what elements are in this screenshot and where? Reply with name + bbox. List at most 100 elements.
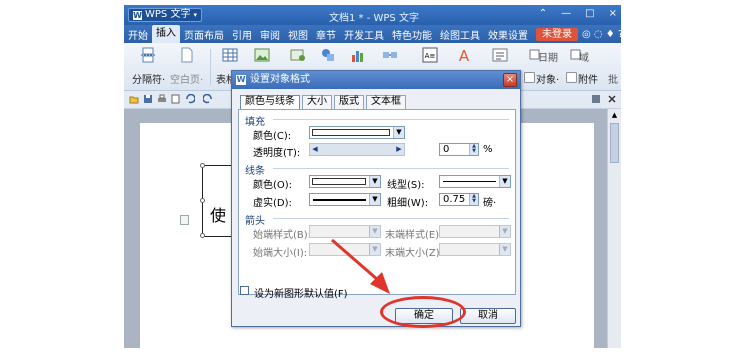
print-icon[interactable] (157, 94, 167, 104)
line-section-title: 线条 (245, 166, 265, 177)
minimize-button[interactable]: — (561, 8, 571, 19)
end-size-select[interactable]: ▼ (439, 243, 511, 256)
transparency-value: 0 (443, 144, 450, 155)
chevron-down-icon: ▾ (193, 11, 197, 19)
wps-logo-icon: W (236, 75, 246, 85)
menu-item-developer[interactable]: 开发工具 (340, 27, 388, 42)
menu-item-drawing-tools[interactable]: 绘图工具 (436, 27, 484, 42)
transparency-input[interactable]: 0 ▲ ▼ (439, 143, 479, 156)
attachment-button[interactable]: 附件 (578, 71, 598, 86)
ribbon-overflow[interactable]: 批 (608, 71, 618, 86)
blank-page-button[interactable]: 空白页· (170, 71, 203, 86)
spinner-icon[interactable]: ▲ ▼ (469, 144, 478, 155)
dialog-close-button[interactable]: × (503, 73, 517, 87)
highlight-ellipse (380, 296, 466, 328)
menu-item-insert[interactable]: 插入 (152, 25, 180, 43)
menu-item-section[interactable]: 章节 (312, 27, 340, 42)
slider-left-icon[interactable]: ◀ (310, 144, 320, 155)
preview-icon[interactable] (171, 94, 181, 104)
open-icon[interactable] (129, 94, 139, 104)
document-title: 文档1 * - WPS 文字 (329, 13, 419, 24)
chevron-down-icon: ▼ (499, 244, 510, 255)
shapes-icon (322, 49, 334, 61)
tab-layout[interactable]: 版式 (334, 95, 364, 109)
page-break-icon (141, 47, 155, 63)
page-break-button[interactable]: 分隔符· (132, 71, 165, 86)
scroll-up-icon[interactable]: ▲ (610, 111, 619, 120)
tab-size[interactable]: 大小 (302, 95, 332, 109)
scroll-thumb[interactable] (610, 123, 619, 163)
fill-color-select[interactable]: ▼ (309, 126, 405, 139)
paragraph-marker-icon (180, 215, 189, 225)
redo-icon[interactable] (203, 94, 213, 104)
undo-icon[interactable] (185, 94, 195, 104)
fill-color-swatch (312, 129, 390, 136)
line-style-select[interactable]: ▼ (439, 175, 511, 188)
app-name: WPS 文字 (145, 9, 191, 20)
weight-unit[interactable]: 磅· (483, 194, 496, 209)
menu-item-start[interactable]: 开始 (124, 27, 152, 42)
resize-handle[interactable] (200, 163, 205, 168)
section-divider (273, 218, 509, 219)
transparency-slider[interactable]: ◀ ▶ (309, 143, 405, 156)
slider-right-icon[interactable]: ▶ (394, 144, 404, 155)
wordart-icon: A (459, 47, 470, 63)
save-icon[interactable] (143, 94, 153, 104)
menu-right-icons[interactable]: ◎ ◌ ♦ ?· (578, 29, 621, 40)
picture-icon (254, 48, 270, 62)
line-color-swatch (312, 178, 366, 185)
dialog-title-bar[interactable]: W 设置对象格式 (232, 71, 520, 89)
vertical-scrollbar[interactable]: ▲ (607, 109, 621, 348)
date-button[interactable]: 日期 (538, 49, 558, 64)
close-button[interactable]: × (609, 8, 617, 19)
begin-style-label: 始端样式(B): (253, 230, 312, 241)
menu-item-review[interactable]: 审阅 (256, 27, 284, 42)
tab-textbox[interactable]: 文本框 (366, 95, 406, 109)
weight-input[interactable]: 0.75 ▲ ▼ (439, 193, 479, 206)
window-menu-icon[interactable]: ⌃ (539, 8, 547, 19)
window-controls: ⌃ — □ × (539, 8, 617, 19)
weight-label: 粗细(W): (387, 198, 429, 209)
doc-options-icon[interactable] (591, 94, 601, 104)
end-style-select[interactable]: ▼ (439, 225, 511, 238)
arrows-section-title: 箭头 (245, 216, 265, 227)
smartart-icon (383, 52, 397, 58)
begin-style-select[interactable]: ▼ (309, 225, 381, 238)
line-style-preview (443, 181, 496, 182)
dash-preview (313, 199, 366, 201)
table-icon (222, 48, 238, 62)
wps-logo-icon: W (133, 10, 142, 20)
object-button[interactable]: 对象· (536, 71, 559, 86)
cancel-button[interactable]: 取消 (460, 308, 516, 324)
field-button[interactable]: 域 (579, 49, 589, 64)
chevron-down-icon: ▼ (369, 226, 380, 237)
spinner-icon[interactable]: ▲ ▼ (469, 194, 478, 205)
attachment-icon (566, 72, 577, 83)
menu-item-features[interactable]: 特色功能 (388, 27, 436, 42)
menu-item-page-layout[interactable]: 页面布局 (180, 27, 228, 42)
resize-handle[interactable] (200, 198, 205, 203)
close-doc-icon[interactable] (607, 94, 617, 104)
chevron-down-icon: ▼ (499, 226, 510, 237)
weight-value: 0.75 (443, 194, 466, 205)
menu-item-references[interactable]: 引用 (228, 27, 256, 42)
chart-icon (352, 51, 363, 62)
shape-text: 使 (210, 206, 227, 225)
tab-colors-lines[interactable]: 颜色与线条 (240, 95, 300, 110)
login-button[interactable]: 未登录 (536, 27, 578, 41)
dash-select[interactable]: ▼ (309, 193, 381, 206)
transparency-label: 透明度(T): (253, 148, 301, 159)
clip-art-icon (290, 49, 305, 61)
menu-item-effects[interactable]: 效果设置 (484, 27, 532, 42)
svg-text:A: A (459, 47, 470, 63)
restore-button[interactable]: □ (585, 8, 594, 19)
section-divider (273, 119, 509, 120)
resize-handle[interactable] (200, 233, 205, 238)
fill-color-label: 颜色(C): (253, 131, 292, 142)
symbol-icon (492, 48, 508, 62)
begin-size-label: 始端大小(I): (253, 248, 308, 259)
menu-item-view[interactable]: 视图 (284, 27, 312, 42)
set-default-checkbox[interactable] (240, 286, 249, 295)
app-menu-button[interactable]: W WPS 文字 ▾ (128, 8, 202, 22)
line-color-select[interactable]: ▼ (309, 175, 381, 188)
